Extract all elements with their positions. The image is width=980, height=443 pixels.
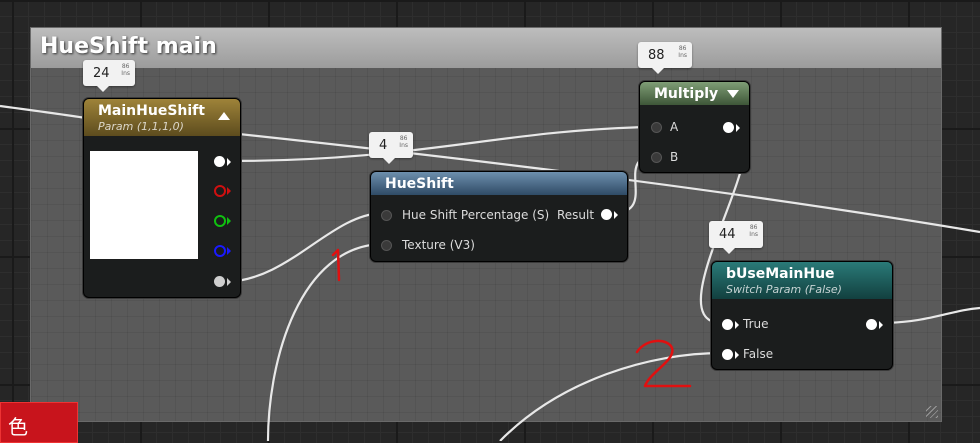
- output-pin-result[interactable]: [866, 319, 877, 330]
- output-pin-blue[interactable]: [214, 245, 226, 257]
- pin-label-texture: Texture (V3): [402, 238, 475, 252]
- node-multiply[interactable]: Multiply A B: [639, 81, 750, 173]
- output-pin-result[interactable]: [601, 209, 612, 220]
- node-title: bUseMainHue: [726, 266, 835, 282]
- output-pin-result[interactable]: [723, 122, 734, 133]
- output-pin-alpha[interactable]: [214, 276, 225, 287]
- pin-arrow-icon: [735, 351, 739, 359]
- pin-arrow-icon: [227, 247, 231, 255]
- wire-false-in: [499, 351, 723, 441]
- input-pin-a[interactable]: [651, 122, 662, 133]
- expand-caret-icon[interactable]: [727, 90, 739, 98]
- node-use-main-hue[interactable]: bUseMainHue Switch Param (False) True Fa…: [711, 261, 893, 370]
- node-main-hue-shift[interactable]: MainHueShift Param (1,1,1,0): [83, 98, 241, 298]
- node-title: HueShift: [385, 176, 454, 192]
- node-subtitle: Switch Param (False): [726, 283, 842, 296]
- ime-indicator[interactable]: 色: [0, 402, 78, 443]
- pin-arrow-icon: [227, 187, 231, 195]
- pin-label-false: False: [743, 347, 774, 361]
- pin-label-hue-shift-percentage: Hue Shift Percentage (S): [402, 208, 550, 222]
- input-pin-texture[interactable]: [381, 240, 392, 251]
- wire-texture-in: [266, 242, 383, 441]
- stat-bubble-param: 24 86 Ins: [83, 60, 135, 92]
- stat-bubble-switch: 44 86 Ins: [709, 221, 763, 254]
- pin-label-true: True: [743, 317, 769, 331]
- output-pin-rgb[interactable]: [214, 156, 225, 167]
- stat-bubble-multiply: 88 86 Ins: [638, 42, 692, 74]
- wire-incoming-left: [0, 104, 87, 120]
- collapse-caret-icon[interactable]: [218, 112, 230, 120]
- pin-arrow-icon: [227, 217, 231, 225]
- node-subtitle: Param (1,1,1,0): [98, 120, 184, 133]
- node-header[interactable]: Multiply: [640, 82, 749, 105]
- node-hueshift[interactable]: HueShift Hue Shift Percentage (S) Textur…: [370, 171, 628, 262]
- pin-label-b: B: [670, 150, 679, 164]
- node-header[interactable]: bUseMainHue Switch Param (False): [712, 262, 892, 299]
- pin-label-result: Result: [557, 208, 595, 222]
- ime-indicator-char: 色: [8, 415, 28, 439]
- node-header[interactable]: HueShift: [371, 172, 627, 195]
- input-pin-false[interactable]: [722, 349, 733, 360]
- pin-arrow-icon: [614, 211, 618, 219]
- pin-arrow-icon: [735, 321, 739, 329]
- pin-arrow-icon: [879, 321, 883, 329]
- pin-label-a: A: [670, 120, 679, 134]
- input-pin-true[interactable]: [722, 319, 733, 330]
- input-pin-b[interactable]: [651, 152, 662, 163]
- node-title: Multiply: [654, 86, 719, 102]
- pin-arrow-icon: [227, 278, 231, 286]
- wire-switch-out: [877, 306, 980, 325]
- output-pin-green[interactable]: [214, 215, 226, 227]
- input-pin-hue-shift-percentage[interactable]: [381, 210, 392, 221]
- pin-arrow-icon: [227, 158, 231, 166]
- stat-bubble-hueshift: 4 86 Ins: [369, 132, 413, 164]
- pin-arrow-icon: [736, 124, 740, 132]
- output-pin-red[interactable]: [214, 185, 226, 197]
- node-title: MainHueShift: [98, 103, 205, 119]
- node-header[interactable]: MainHueShift Param (1,1,1,0): [84, 99, 240, 136]
- color-preview-swatch: [90, 151, 198, 259]
